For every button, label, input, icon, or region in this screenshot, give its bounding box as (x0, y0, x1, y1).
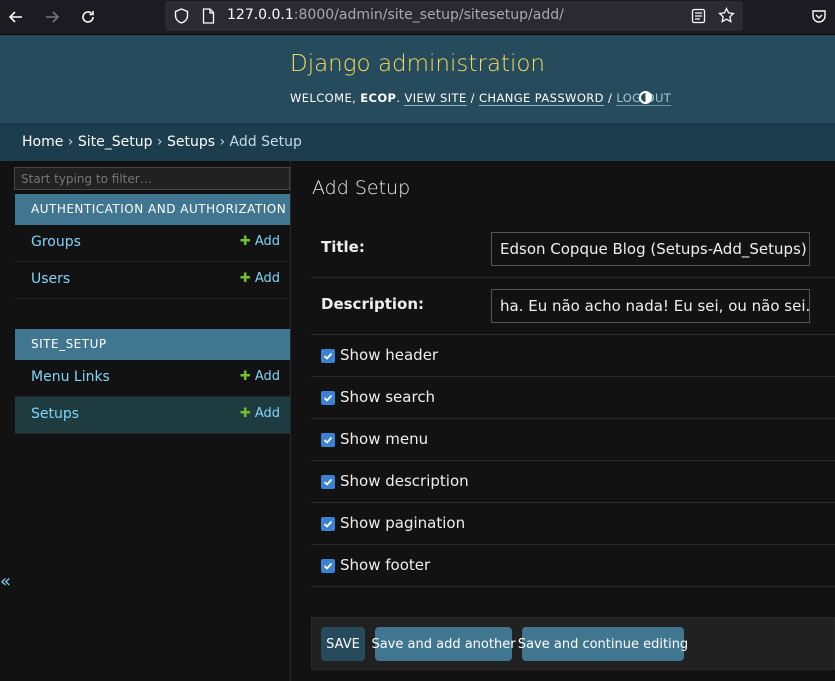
sidebar-item-label[interactable]: Menu Links (31, 369, 110, 385)
show-search-label[interactable]: Show search (340, 388, 435, 406)
show-search-row: Show search (311, 377, 835, 419)
show-header-row: Show header (311, 335, 835, 377)
save-and-add-another-button[interactable]: Save and add another (371, 627, 516, 661)
description-row: Description: ha. Eu não acho nada! Eu se… (311, 278, 835, 335)
show-menu-row: Show menu (311, 419, 835, 461)
reload-button[interactable] (77, 6, 99, 28)
sidebar-item-label[interactable]: Groups (31, 234, 81, 250)
show-header-label[interactable]: Show header (340, 346, 438, 364)
site-branding[interactable]: Django administration (0, 51, 835, 77)
browser-toolbar: 127.0.0.1:8000/admin/site_setup/sitesetu… (0, 0, 835, 35)
show-description-row: Show description (311, 461, 835, 503)
bookmark-star-icon[interactable] (718, 7, 735, 24)
submit-row: SAVE Save and add another Save and conti… (311, 617, 835, 670)
add-label: Add (254, 234, 280, 249)
breadcrumb-separator: › (63, 134, 78, 150)
module-caption-auth[interactable]: AUTHENTICATION AND AUTHORIZATION (15, 194, 290, 225)
username: ECOP (360, 91, 397, 105)
checkmark-icon (323, 562, 333, 570)
show-search-checkbox[interactable] (321, 391, 335, 405)
sidebar-item-groups[interactable]: Groups ✚ Add (15, 225, 290, 262)
show-footer-label[interactable]: Show footer (340, 556, 430, 574)
theme-toggle-icon[interactable] (639, 91, 652, 104)
checkmark-icon (323, 436, 333, 444)
show-pagination-label[interactable]: Show pagination (340, 514, 465, 532)
breadcrumb-home[interactable]: Home (22, 134, 63, 150)
show-pagination-row: Show pagination (311, 503, 835, 545)
sidebar-item-setups[interactable]: Setups ✚ Add (15, 397, 290, 434)
sidebar-item-menu-links[interactable]: Menu Links ✚ Add (15, 360, 290, 397)
address-bar[interactable]: 127.0.0.1:8000/admin/site_setup/sitesetu… (165, 1, 743, 31)
add-menu-links-link[interactable]: ✚ Add (240, 369, 280, 384)
view-site-link[interactable]: VIEW SITE (404, 91, 467, 106)
site-header: Django administration WELCOME, ECOP. VIE… (0, 35, 835, 123)
show-menu-label[interactable]: Show menu (340, 430, 428, 448)
checkmark-icon (323, 520, 333, 528)
show-pagination-checkbox[interactable] (321, 517, 335, 531)
pocket-icon[interactable] (811, 8, 827, 24)
add-label: Add (254, 369, 280, 384)
shield-icon[interactable] (174, 8, 189, 24)
module-caption-site-setup[interactable]: SITE_SETUP (15, 329, 290, 360)
back-arrow-icon (8, 11, 22, 23)
sidebar-item-label[interactable]: Setups (31, 406, 79, 422)
checkmark-icon (323, 394, 333, 402)
breadcrumb-model[interactable]: Setups (167, 134, 215, 150)
reload-icon (82, 11, 94, 23)
breadcrumb-separator: › (215, 134, 230, 150)
sidebar-item-label[interactable]: Users (31, 271, 70, 287)
reader-view-icon[interactable] (691, 8, 706, 24)
sidebar-filter-input[interactable] (14, 167, 290, 190)
plus-icon: ✚ (239, 271, 251, 286)
forward-button[interactable] (41, 6, 63, 28)
separator: / (466, 91, 479, 105)
breadcrumb-app[interactable]: Site_Setup (78, 134, 153, 150)
page-title: Add Setup (312, 177, 411, 199)
title-input[interactable]: Edson Copque Blog (Setups-Add_Setups) (491, 232, 810, 266)
description-label: Description: (321, 295, 425, 313)
show-footer-checkbox[interactable] (321, 559, 335, 573)
save-and-continue-button[interactable]: Save and continue editing (518, 627, 688, 661)
breadcrumb: Home › Site_Setup › Setups › Add Setup (0, 123, 835, 161)
description-input[interactable]: ha. Eu não acho nada! Eu sei, ou não sei… (491, 289, 810, 323)
separator: / (603, 91, 617, 105)
save-button[interactable]: SAVE (321, 627, 365, 661)
plus-icon: ✚ (239, 406, 251, 421)
show-description-label[interactable]: Show description (340, 472, 469, 490)
url-text[interactable]: 127.0.0.1:8000/admin/site_setup/sitesetu… (227, 7, 564, 23)
user-tools: WELCOME, ECOP. VIEW SITE / CHANGE PASSWO… (290, 91, 672, 106)
forward-arrow-icon (46, 11, 60, 23)
add-label: Add (254, 406, 280, 421)
sidebar-collapse-button[interactable]: « (0, 571, 11, 592)
add-label: Add (254, 271, 280, 286)
page-icon[interactable] (202, 8, 215, 24)
show-header-checkbox[interactable] (321, 349, 335, 363)
title-label: Title: (321, 238, 365, 256)
plus-icon: ✚ (239, 369, 251, 384)
change-password-link[interactable]: CHANGE PASSWORD (479, 91, 604, 106)
breadcrumb-current: Add Setup (229, 134, 302, 150)
show-description-checkbox[interactable] (321, 475, 335, 489)
add-groups-link[interactable]: ✚ Add (240, 234, 280, 249)
checkmark-icon (323, 478, 333, 486)
breadcrumb-separator: › (152, 134, 167, 150)
back-button[interactable] (5, 6, 27, 28)
show-footer-row: Show footer (311, 545, 835, 587)
add-users-link[interactable]: ✚ Add (240, 271, 280, 286)
sidebar-item-users[interactable]: Users ✚ Add (15, 262, 290, 299)
plus-icon: ✚ (239, 234, 251, 249)
welcome-text: WELCOME, (290, 91, 361, 105)
add-setups-link[interactable]: ✚ Add (240, 406, 280, 421)
show-menu-checkbox[interactable] (321, 433, 335, 447)
nav-sidebar: AUTHENTICATION AND AUTHORIZATION Groups … (0, 161, 291, 681)
title-row: Title: Edson Copque Blog (Setups-Add_Set… (311, 221, 835, 278)
checkmark-icon (323, 352, 333, 360)
